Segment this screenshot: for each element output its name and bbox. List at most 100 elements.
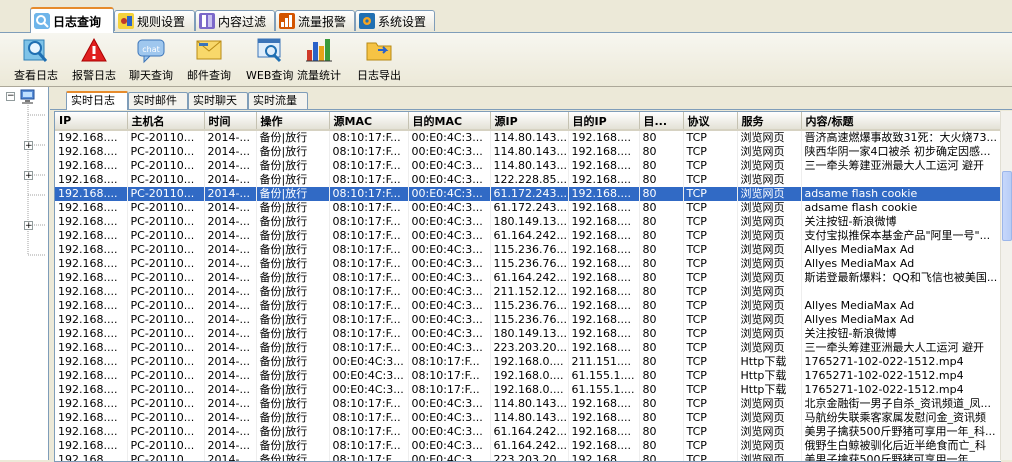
table-row[interactable]: 192.168.... PC-20110... 2014-... 备份|放行 08:10… xyxy=(55,285,1001,299)
expand-icon[interactable]: + xyxy=(24,171,33,181)
table-row[interactable]: 192.168.... PC-20110... 2014-... 备份|放行 08:10… xyxy=(55,215,1001,229)
tab-realtime-mail[interactable]: 实时邮件 xyxy=(128,92,188,109)
table-cell: 备份|放行 xyxy=(256,327,330,341)
table-row[interactable]: 192.168.... PC-20110... 2014-... 备份|放行 08:10… xyxy=(55,411,1001,425)
table-cell: 192.168.... xyxy=(568,215,640,229)
column-header[interactable]: 目... xyxy=(639,112,684,131)
table-row[interactable]: 192.168.... PC-20110... 2014-... 备份|放行 08:10… xyxy=(55,145,1001,159)
column-header[interactable]: 协议 xyxy=(683,112,738,131)
table-cell: PC-20110... xyxy=(127,439,205,453)
scrollbar-thumb[interactable] xyxy=(1002,171,1012,241)
table-row[interactable]: 192.168.... PC-20110... 2014-... 备份|放行 08:10… xyxy=(55,299,1001,313)
table-row[interactable]: 192.168.... PC-20110... 2014-... 备份|放行 00:E0… xyxy=(55,355,1001,369)
column-header[interactable]: 目的IP xyxy=(568,112,640,131)
column-header[interactable]: 时间 xyxy=(204,112,257,131)
column-header[interactable]: 目的MAC xyxy=(408,112,491,131)
tab-label: 日志查询 xyxy=(53,14,102,29)
column-header[interactable]: 主机名 xyxy=(127,112,205,131)
table-cell: PC-20110... xyxy=(127,355,205,369)
table-row[interactable]: 192.168.... PC-20110... 2014-... 备份|放行 08:10… xyxy=(55,439,1001,453)
table-cell: 浏览网页 xyxy=(737,299,802,313)
table-cell: 浏览网页 xyxy=(737,145,802,159)
column-header[interactable]: 源MAC xyxy=(329,112,409,131)
table-cell: PC-20110... xyxy=(127,397,205,411)
table-row[interactable]: 192.168.... PC-20110... 2014-... 备份|放行 08:10… xyxy=(55,201,1001,215)
table-cell: TCP xyxy=(683,201,738,215)
tab-content-filter[interactable]: 内容过滤 xyxy=(195,10,275,31)
table-cell: 80 xyxy=(639,439,684,453)
tab-realtime-log[interactable]: 实时日志 xyxy=(66,91,128,110)
alarm-log-button[interactable]: 报警日志 xyxy=(72,35,116,83)
table-cell: 00:E0:4C:3... xyxy=(408,341,491,355)
toolbar-label: 邮件查询 xyxy=(187,69,231,82)
table-row[interactable]: 192.168.... PC-20110... 2014-... 备份|放行 08:10… xyxy=(55,341,1001,355)
table-row[interactable]: 192.168.... PC-20110... 2014-... 备份|放行 08:10… xyxy=(55,187,1001,201)
tab-traffic-alarm[interactable]: 流量报警 xyxy=(275,10,355,31)
tab-system-settings[interactable]: 系统设置 xyxy=(355,10,435,31)
web-query-button[interactable]: WEB查询 xyxy=(246,35,293,83)
table-cell: TCP xyxy=(683,130,738,145)
table-cell: 2014-... xyxy=(204,187,257,201)
table-cell: 08:10:17:F... xyxy=(408,383,491,397)
table-cell: 192.168.... xyxy=(55,229,128,243)
log-table[interactable]: IP 主机名 时间 操作 源MAC 目的MAC 源IP 目的IP 目... 协议 服务 内容/标题 1… xyxy=(54,111,1001,462)
table-row[interactable]: 192.168.... PC-20110... 2014-... 备份|放行 08:10… xyxy=(55,159,1001,173)
table-cell: 80 xyxy=(639,299,684,313)
table-cell: 192.168.... xyxy=(55,383,128,397)
table-cell: 80 xyxy=(639,411,684,425)
table-cell: 马航纷失联乘客家属发慰问金_资讯频 xyxy=(801,411,1001,425)
table-cell: 192.168.... xyxy=(55,411,128,425)
table-row[interactable]: 192.168.... PC-20110... 2014-... 备份|放行 08:10… xyxy=(55,453,1001,461)
table-row[interactable]: 192.168.... PC-20110... 2014-... 备份|放行 08:10… xyxy=(55,271,1001,285)
table-cell: 2014-... xyxy=(204,341,257,355)
column-header[interactable]: IP xyxy=(55,112,128,131)
column-header[interactable]: 源IP xyxy=(490,112,569,131)
table-cell: TCP xyxy=(683,187,738,201)
table-row[interactable]: 192.168.... PC-20110... 2014-... 备份|放行 08:10… xyxy=(55,425,1001,439)
table-cell: 192.168.... xyxy=(568,145,640,159)
device-tree[interactable]: − + + + xyxy=(0,87,49,460)
table-row[interactable]: 192.168.... PC-20110... 2014-... 备份|放行 08:10… xyxy=(55,257,1001,271)
column-header[interactable]: 操作 xyxy=(256,112,330,131)
tab-rule-settings[interactable]: 规则设置 xyxy=(114,10,195,31)
table-cell: 08:10:17:F... xyxy=(329,425,409,439)
table-cell: 61.164.242.... xyxy=(490,229,569,243)
table-row[interactable]: 192.168.... PC-20110... 2014-... 备份|放行 08:10… xyxy=(55,313,1001,327)
expand-icon[interactable]: + xyxy=(24,221,33,231)
table-cell: Allyes MediaMax Ad xyxy=(801,313,1001,327)
table-cell: 2014-... xyxy=(204,130,257,145)
table-cell: 80 xyxy=(639,327,684,341)
table-cell: 211.151.... xyxy=(568,355,640,369)
table-row[interactable]: 192.168.... PC-20110... 2014-... 备份|放行 08:10… xyxy=(55,397,1001,411)
table-cell: PC-20110... xyxy=(127,411,205,425)
column-header[interactable]: 服务 xyxy=(737,112,802,131)
table-cell: TCP xyxy=(683,411,738,425)
table-cell: 1765271-102-022-1512.mp4 xyxy=(801,369,1001,383)
table-row[interactable]: 192.168.... PC-20110... 2014-... 备份|放行 08:10… xyxy=(55,327,1001,341)
tab-log-query[interactable]: 日志查询 xyxy=(30,7,114,33)
table-cell: 192.168.... xyxy=(55,369,128,383)
table-cell: 2014-... xyxy=(204,257,257,271)
table-cell: 2014-... xyxy=(204,411,257,425)
table-cell: 00:E0:4C:3... xyxy=(408,439,491,453)
traffic-stats-button[interactable]: 流量统计 xyxy=(297,35,341,83)
vertical-scrollbar[interactable] xyxy=(1000,111,1012,460)
mail-query-button[interactable]: 邮件查询 xyxy=(187,35,231,83)
table-row[interactable]: 192.168.... PC-20110... 2014-... 备份|放行 08:10… xyxy=(55,130,1001,145)
table-row[interactable]: 192.168.... PC-20110... 2014-... 备份|放行 00:E0… xyxy=(55,383,1001,397)
column-header[interactable]: 内容/标题 xyxy=(801,112,1001,131)
main-tab-bar: 日志查询 规则设置 内容过滤 流量报警 系统设置 xyxy=(0,6,1012,33)
view-log-button[interactable]: 查看日志 xyxy=(14,35,58,83)
tab-realtime-traffic[interactable]: 实时流量 xyxy=(248,92,308,109)
table-row[interactable]: 192.168.... PC-20110... 2014-... 备份|放行 00:E0… xyxy=(55,369,1001,383)
table-cell: TCP xyxy=(683,229,738,243)
table-cell: 08:10:17:F... xyxy=(329,145,409,159)
log-export-button[interactable]: 日志导出 xyxy=(357,35,401,83)
table-cell: 00:E0:4C:3... xyxy=(408,327,491,341)
chat-query-button[interactable]: chat 聊天查询 xyxy=(129,35,173,83)
table-row[interactable]: 192.168.... PC-20110... 2014-... 备份|放行 08:10… xyxy=(55,173,1001,187)
table-row[interactable]: 192.168.... PC-20110... 2014-... 备份|放行 08:10… xyxy=(55,229,1001,243)
expand-icon[interactable]: + xyxy=(24,141,33,151)
table-row[interactable]: 192.168.... PC-20110... 2014-... 备份|放行 08:10… xyxy=(55,243,1001,257)
tab-realtime-chat[interactable]: 实时聊天 xyxy=(188,92,248,109)
